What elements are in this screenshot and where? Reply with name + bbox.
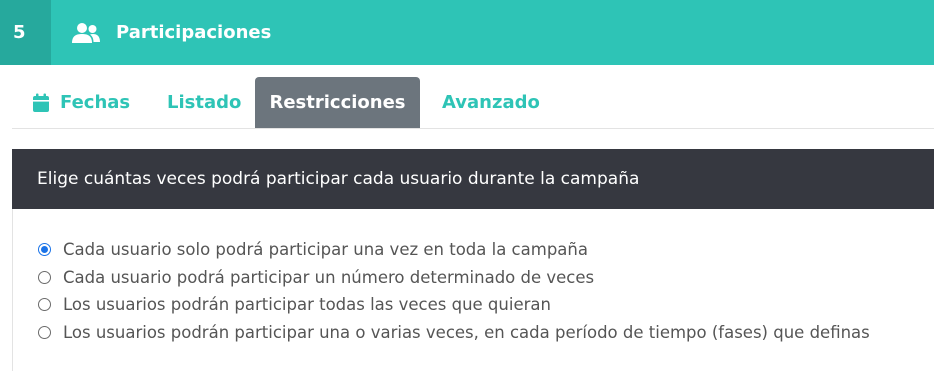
- option-label: Cada usuario solo podrá participar una v…: [63, 240, 588, 260]
- option-label: Cada usuario podrá participar un número …: [63, 267, 595, 287]
- tab-bar: Fechas Listado Restricciones Avanzado: [12, 77, 934, 129]
- option-unlimited[interactable]: Los usuarios podrán participar todas las…: [38, 291, 934, 319]
- tab-label: Fechas: [60, 92, 131, 113]
- calendar-icon: [32, 93, 50, 113]
- step-number-badge: 5: [0, 0, 51, 65]
- section-title: Participaciones: [116, 22, 272, 43]
- option-fixed-times[interactable]: Cada usuario podrá participar un número …: [38, 264, 934, 292]
- option-per-phase[interactable]: Los usuarios podrán participar una o var…: [38, 319, 934, 347]
- tab-restricciones[interactable]: Restricciones: [255, 77, 420, 128]
- radio-button[interactable]: [38, 325, 51, 339]
- radio-button[interactable]: [38, 270, 51, 284]
- users-icon: [71, 22, 101, 44]
- tab-label: Listado: [167, 92, 242, 113]
- radio-button[interactable]: [38, 298, 51, 312]
- option-label: Los usuarios podrán participar una o var…: [63, 322, 870, 342]
- tab-listado[interactable]: Listado: [145, 77, 255, 128]
- tab-label: Restricciones: [269, 92, 406, 113]
- tab-avanzado[interactable]: Avanzado: [420, 77, 560, 128]
- tab-label: Avanzado: [442, 92, 540, 113]
- radio-button[interactable]: [38, 243, 51, 257]
- option-label: Los usuarios podrán participar todas las…: [63, 295, 551, 315]
- tab-fechas[interactable]: Fechas: [12, 77, 145, 128]
- section-header: 5 Participaciones: [0, 0, 934, 65]
- question-banner: Elige cuántas veces podrá participar cad…: [12, 149, 934, 209]
- participations-panel: 5 Participaciones Fechas Listado Restric…: [0, 0, 934, 371]
- participation-options: Cada usuario solo podrá participar una v…: [12, 209, 934, 371]
- option-once[interactable]: Cada usuario solo podrá participar una v…: [38, 236, 934, 264]
